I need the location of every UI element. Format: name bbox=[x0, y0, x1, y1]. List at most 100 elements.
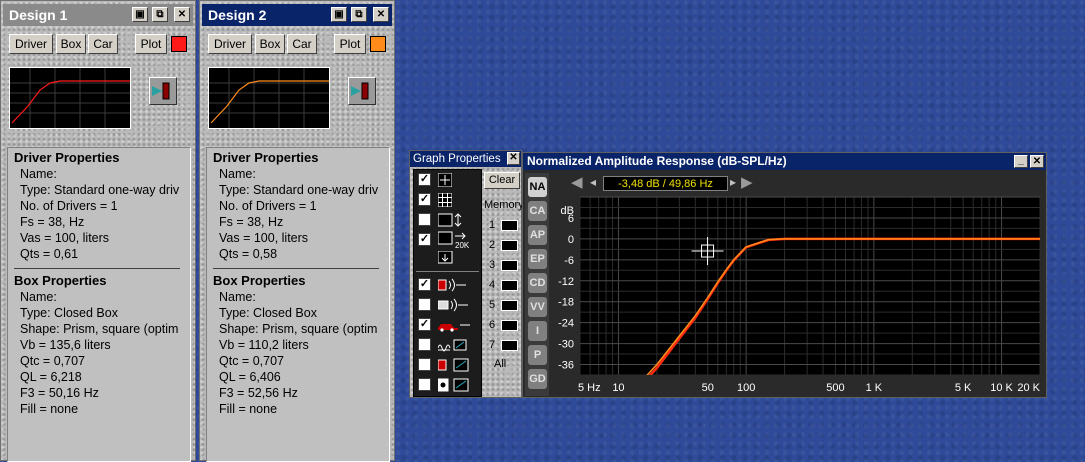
driver-sound-icon bbox=[437, 278, 468, 292]
memory-slot-6[interactable]: 6 bbox=[489, 319, 523, 333]
save-icon[interactable]: ▣ bbox=[132, 7, 148, 22]
box-f3: F3 = 52,56 Hz bbox=[219, 386, 298, 400]
driver-properties-heading: Driver Properties bbox=[14, 150, 120, 165]
speaker-icon[interactable] bbox=[348, 77, 376, 105]
speaker-graph-icon bbox=[437, 358, 469, 372]
design-2-properties: Driver Properties Name: Type: Standard o… bbox=[206, 147, 390, 462]
graph-properties-window: Graph Properties ✕ ✓ ✓ ✓ 20K ✓ ✓ Clear M… bbox=[409, 150, 524, 398]
y-tick-label: -12 bbox=[558, 276, 574, 288]
design-2-titlebar[interactable]: Design 2 ▣ ⧉ ✕ bbox=[202, 4, 392, 26]
slot-number: 6 bbox=[489, 319, 496, 331]
grid-checkbox[interactable]: ✓ bbox=[418, 193, 431, 206]
slot-number: 4 bbox=[489, 279, 496, 291]
close-icon[interactable]: ✕ bbox=[373, 7, 389, 22]
design-1-titlebar[interactable]: Design 1 ▣ ⧉ ✕ bbox=[3, 4, 193, 26]
close-icon[interactable]: ✕ bbox=[174, 7, 190, 22]
box-properties-heading: Box Properties bbox=[14, 273, 107, 288]
memory-swatch bbox=[501, 300, 518, 311]
x-tick-label: 100 bbox=[737, 382, 755, 394]
memory-swatch bbox=[501, 280, 518, 291]
vertical-scale-checkbox[interactable] bbox=[418, 213, 431, 226]
mini-response-preview[interactable] bbox=[208, 67, 330, 129]
graph-window: Normalized Amplitude Response (dB-SPL/Hz… bbox=[522, 152, 1047, 398]
memory-slot-5[interactable]: 5 bbox=[489, 299, 523, 313]
box-sound-checkbox[interactable] bbox=[418, 298, 431, 311]
y-tick-label: -6 bbox=[564, 255, 574, 267]
box-button[interactable]: Box bbox=[255, 34, 285, 54]
enclosure-graph-checkbox[interactable] bbox=[418, 378, 431, 391]
design-1-window: Design 1 ▣ ⧉ ✕ Driver Box Car Plot Drive… bbox=[0, 0, 196, 462]
close-icon[interactable]: ✕ bbox=[507, 152, 520, 165]
slot-number: 7 bbox=[489, 339, 496, 351]
x-tick-label: 5 K bbox=[955, 382, 972, 394]
port-checkbox[interactable] bbox=[418, 338, 431, 351]
memory-slot-1[interactable]: 1 bbox=[489, 219, 523, 233]
memory-swatch bbox=[501, 260, 518, 271]
box-qtc: Qtc = 0,707 bbox=[20, 354, 85, 368]
design-1-title: Design 1 bbox=[9, 7, 68, 23]
box-fill: Fill = none bbox=[219, 402, 278, 416]
driver-qts: Qts = 0,58 bbox=[219, 247, 278, 261]
crosshair-checkbox[interactable]: ✓ bbox=[418, 173, 431, 186]
driver-count: No. of Drivers = 1 bbox=[20, 199, 118, 213]
20k-range-checkbox[interactable]: ✓ bbox=[418, 233, 431, 246]
memory-label: Memory bbox=[484, 199, 524, 211]
mini-response-preview[interactable] bbox=[9, 67, 131, 129]
amplitude-chart[interactable]: 60-6-12-18-24-30-36dB5 Hz 10 50 100 500 1 K5 … bbox=[523, 153, 1046, 397]
y-tick-label: -30 bbox=[558, 339, 574, 351]
memory-swatch bbox=[501, 340, 518, 351]
save-icon[interactable]: ▣ bbox=[331, 7, 347, 22]
speaker-icon[interactable] bbox=[149, 77, 177, 105]
y-tick-label: 0 bbox=[568, 234, 574, 246]
copy-icon[interactable]: ⧉ bbox=[351, 7, 367, 22]
memory-slot-2[interactable]: 2 bbox=[489, 239, 523, 253]
plot-button[interactable]: Plot bbox=[135, 34, 167, 54]
box-shape: Shape: Prism, square (optim bbox=[20, 322, 179, 336]
box-ql: QL = 6,218 bbox=[20, 370, 82, 384]
box-ql: QL = 6,406 bbox=[219, 370, 281, 384]
driver-fs: Fs = 38, Hz bbox=[20, 215, 85, 229]
driver-fs: Fs = 38, Hz bbox=[219, 215, 284, 229]
y-unit-label: dB bbox=[561, 205, 574, 217]
memory-slot-4[interactable]: 4 bbox=[489, 279, 523, 293]
x-tick-label: 20 K bbox=[1017, 382, 1040, 394]
box-vb: Vb = 110,2 liters bbox=[219, 338, 309, 352]
driver-button[interactable]: Driver bbox=[9, 34, 53, 54]
car-button[interactable]: Car bbox=[287, 34, 317, 54]
driver-count: No. of Drivers = 1 bbox=[219, 199, 317, 213]
enclosure-graph-icon bbox=[437, 378, 469, 392]
driver-sound-checkbox[interactable]: ✓ bbox=[418, 278, 431, 291]
all-memory-button[interactable]: All bbox=[494, 358, 506, 370]
driver-properties-heading: Driver Properties bbox=[213, 150, 319, 165]
port-icon bbox=[437, 338, 468, 352]
graph-properties-titlebar[interactable]: Graph Properties ✕ bbox=[410, 151, 521, 167]
memory-slot-7[interactable]: 7 bbox=[489, 339, 523, 353]
box-name: Name: bbox=[20, 290, 57, 304]
car-button[interactable]: Car bbox=[88, 34, 118, 54]
car-sound-checkbox[interactable]: ✓ bbox=[418, 318, 431, 331]
box-name: Name: bbox=[219, 290, 256, 304]
driver-vas: Vas = 100, liters bbox=[20, 231, 110, 245]
memory-panel: Clear Memory 1 2 3 4 5 6 7 All bbox=[484, 169, 524, 397]
plot-color-swatch[interactable] bbox=[171, 36, 187, 52]
box-button[interactable]: Box bbox=[56, 34, 86, 54]
copy-icon[interactable]: ⧉ bbox=[152, 7, 168, 22]
memory-swatch bbox=[501, 240, 518, 251]
x-tick-label: 10 bbox=[612, 382, 624, 394]
box-type: Type: Closed Box bbox=[20, 306, 118, 320]
driver-button[interactable]: Driver bbox=[208, 34, 252, 54]
speaker-graph-checkbox[interactable] bbox=[418, 358, 431, 371]
driver-type: Type: Standard one-way driv bbox=[20, 183, 180, 197]
x-tick-label: 1 K bbox=[866, 382, 883, 394]
x-tick-label: 50 bbox=[702, 382, 714, 394]
plot-button[interactable]: Plot bbox=[334, 34, 366, 54]
design-1-properties: Driver Properties Name: Type: Standard o… bbox=[7, 147, 191, 462]
mini-graph bbox=[10, 68, 130, 128]
box-shape: Shape: Prism, square (optim bbox=[219, 322, 378, 336]
memory-slot-3[interactable]: 3 bbox=[489, 259, 523, 273]
x-tick-label: 5 Hz bbox=[578, 382, 601, 394]
divider bbox=[416, 271, 479, 272]
scale-down-icon[interactable] bbox=[437, 250, 468, 265]
plot-color-swatch[interactable] bbox=[370, 36, 386, 52]
clear-button[interactable]: Clear bbox=[484, 172, 520, 189]
